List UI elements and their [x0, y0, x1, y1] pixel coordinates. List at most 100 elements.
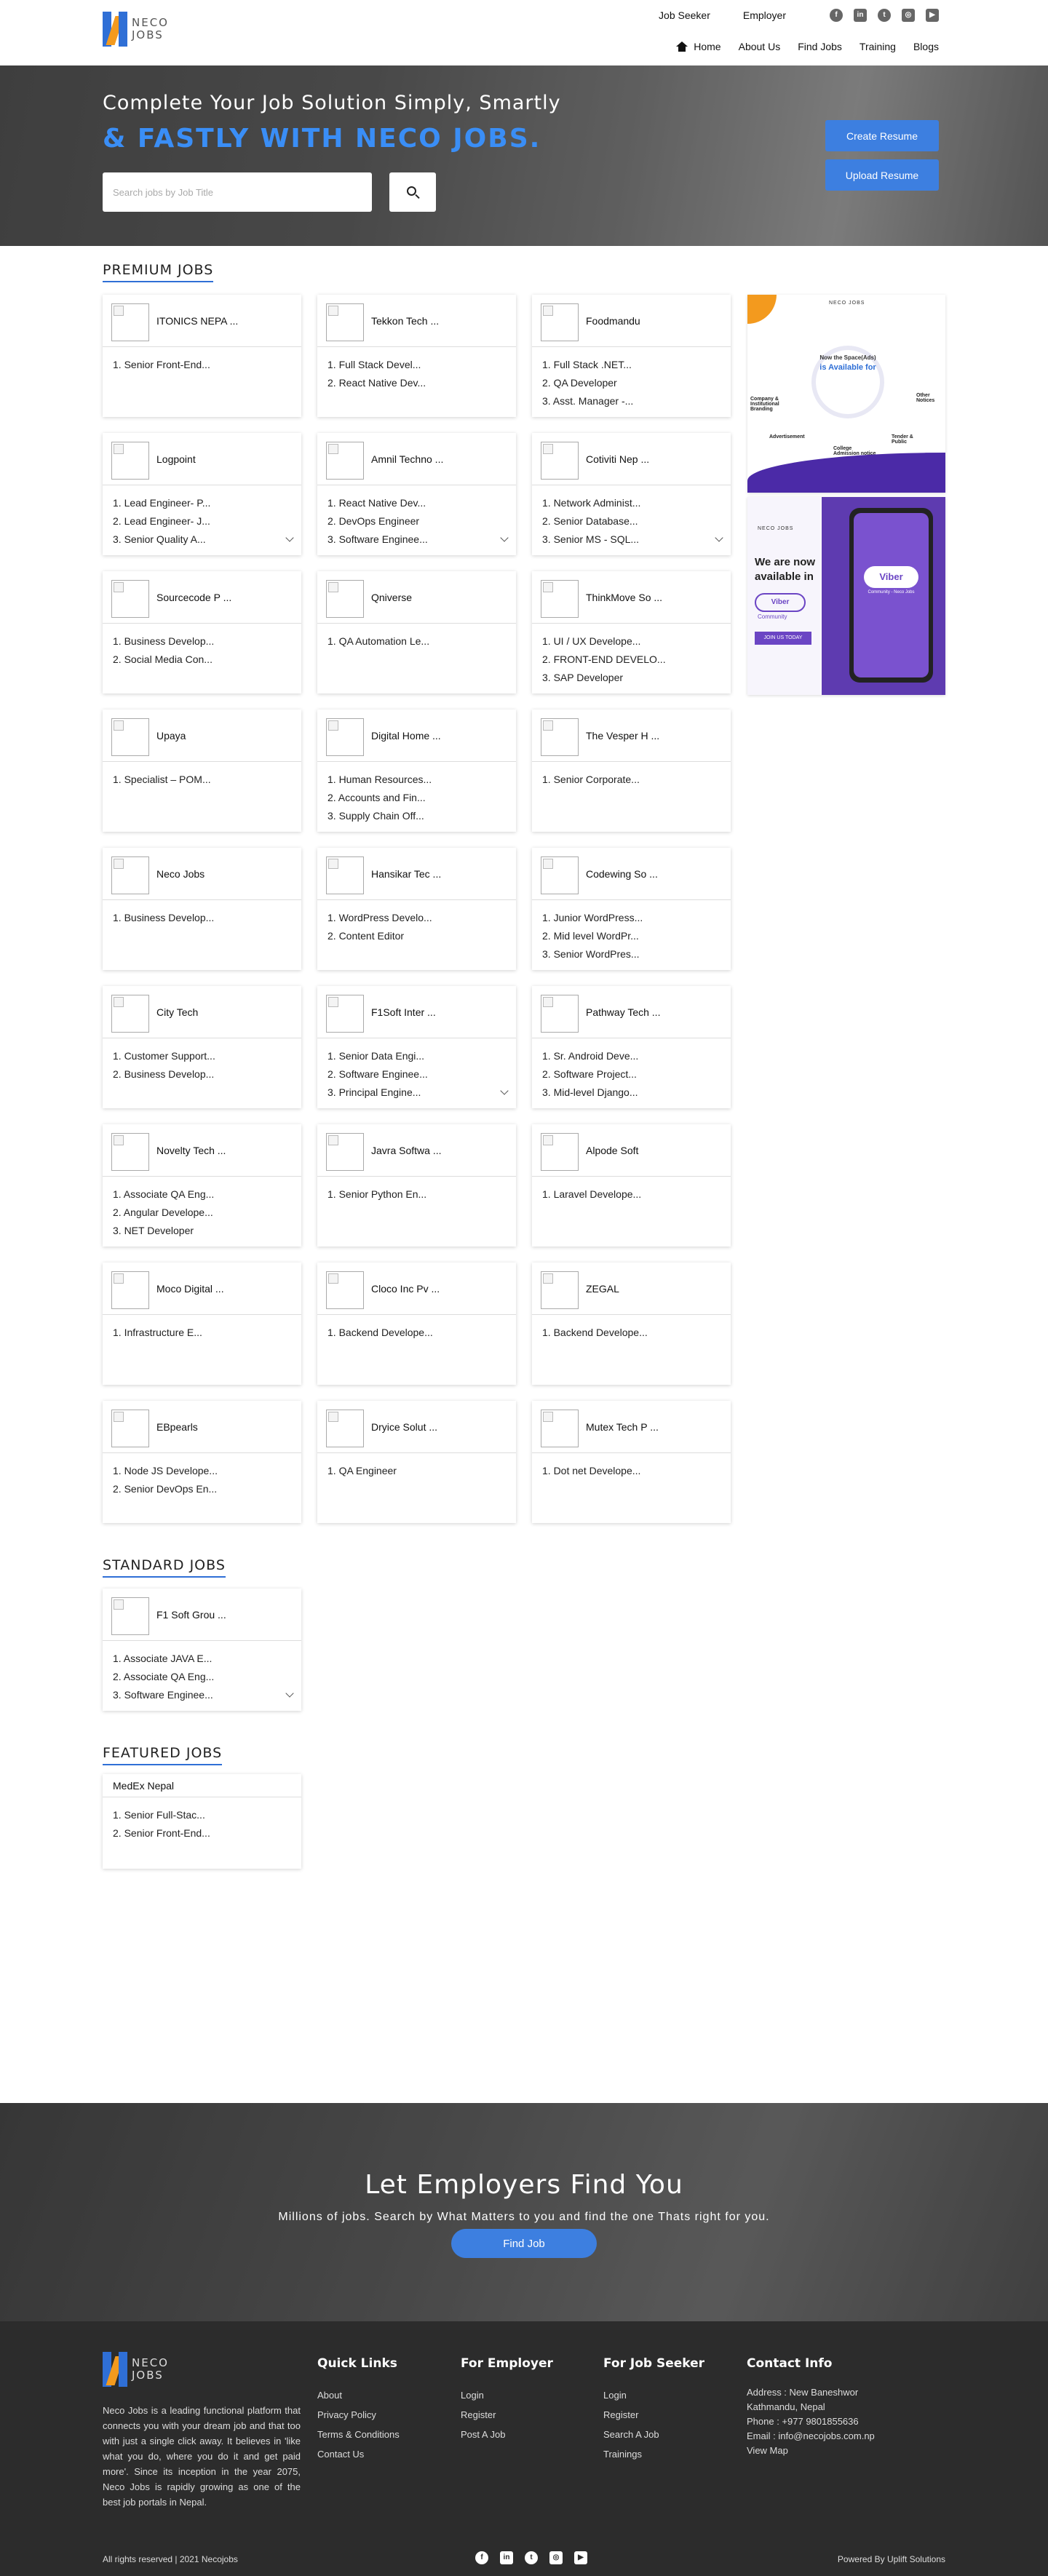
- job-link[interactable]: 2. Mid level WordPr...: [542, 927, 720, 945]
- company-name[interactable]: Novelty Tech ...: [156, 1145, 226, 1156]
- job-link[interactable]: 2. Software Project...: [542, 1065, 720, 1084]
- job-link[interactable]: 2. Senior Database...: [542, 512, 720, 530]
- nav-home[interactable]: Home: [676, 41, 721, 52]
- job-card[interactable]: ZEGAL 1. Backend Develope...: [532, 1263, 731, 1385]
- job-link[interactable]: 1. Infrastructure E...: [113, 1324, 291, 1342]
- company-name[interactable]: Hansikar Tec ...: [371, 868, 441, 880]
- company-name[interactable]: Upaya: [156, 730, 186, 742]
- company-logo[interactable]: [326, 856, 364, 894]
- company-logo[interactable]: [111, 1271, 149, 1309]
- company-logo[interactable]: [111, 995, 149, 1033]
- twitter-icon[interactable]: t: [525, 2551, 538, 2564]
- job-link[interactable]: 3. Principal Engine...: [328, 1084, 506, 1102]
- footer-link-contact[interactable]: Contact Us: [317, 2444, 400, 2464]
- job-card[interactable]: Sourcecode P ... 1. Business Develop... 2.…: [103, 571, 301, 693]
- company-name[interactable]: Alpode Soft: [586, 1145, 638, 1156]
- job-card-header[interactable]: Moco Digital ...: [103, 1263, 301, 1315]
- job-card[interactable]: Cloco Inc Pv ... 1. Backend Develope...: [317, 1263, 516, 1385]
- company-logo[interactable]: [326, 1271, 364, 1309]
- job-card[interactable]: City Tech 1. Customer Support... 2. Busine…: [103, 986, 301, 1108]
- view-map-link[interactable]: View Map: [747, 2444, 885, 2458]
- job-card[interactable]: ITONICS NEPA ... 1. Senior Front-End...: [103, 295, 301, 417]
- company-logo[interactable]: [326, 718, 364, 756]
- nav-blogs[interactable]: Blogs: [913, 41, 939, 52]
- job-link[interactable]: 1. Network Administ...: [542, 494, 720, 512]
- job-card-header[interactable]: Cotiviti Nep ...: [532, 433, 731, 485]
- employer-link[interactable]: Employer: [743, 9, 786, 21]
- company-logo[interactable]: [111, 1133, 149, 1171]
- company-logo[interactable]: [326, 995, 364, 1033]
- youtube-icon[interactable]: ▶: [926, 9, 939, 22]
- linkedin-icon[interactable]: in: [854, 9, 867, 22]
- job-card[interactable]: Dryice Solut ... 1. QA Engineer: [317, 1401, 516, 1523]
- job-card-header[interactable]: EBpearls: [103, 1401, 301, 1453]
- job-link[interactable]: 2. React Native Dev...: [328, 374, 506, 392]
- footer-link-terms[interactable]: Terms & Conditions: [317, 2425, 400, 2444]
- job-link[interactable]: 2. Senior DevOps En...: [113, 1480, 291, 1498]
- job-link[interactable]: 1. UI / UX Develope...: [542, 632, 720, 651]
- job-card-header[interactable]: Qniverse: [317, 571, 516, 624]
- instagram-icon[interactable]: ◎: [549, 2551, 563, 2564]
- job-search-input[interactable]: [103, 172, 372, 212]
- job-card[interactable]: Javra Softwa ... 1. Senior Python En...: [317, 1124, 516, 1247]
- job-card[interactable]: Amnil Techno ... 1. React Native Dev... 2.…: [317, 433, 516, 555]
- job-card-header[interactable]: Cloco Inc Pv ...: [317, 1263, 516, 1315]
- company-logo[interactable]: [326, 1133, 364, 1171]
- job-link[interactable]: 1. Business Develop...: [113, 632, 291, 651]
- trainings-link[interactable]: Trainings: [603, 2444, 704, 2464]
- facebook-icon[interactable]: f: [830, 9, 843, 22]
- job-card[interactable]: Tekkon Tech ... 1. Full Stack Devel... 2. …: [317, 295, 516, 417]
- footer-logo[interactable]: NECO JOBS: [103, 2352, 169, 2387]
- job-link[interactable]: 1. Dot net Develope...: [542, 1462, 720, 1480]
- job-card[interactable]: Codewing So ... 1. Junior WordPress... 2. …: [532, 848, 731, 970]
- job-card-header[interactable]: Foodmandu: [532, 295, 731, 347]
- company-logo[interactable]: [541, 1133, 579, 1171]
- company-name[interactable]: Pathway Tech ...: [586, 1006, 660, 1018]
- job-card-header[interactable]: Amnil Techno ...: [317, 433, 516, 485]
- job-card[interactable]: ThinkMove So ... 1. UI / UX Develope... 2.…: [532, 571, 731, 693]
- search-button[interactable]: [389, 172, 436, 212]
- company-logo[interactable]: [541, 1271, 579, 1309]
- job-link[interactable]: 3. Software Enginee...: [113, 1686, 291, 1704]
- job-link[interactable]: 3. Software Enginee...: [328, 530, 506, 549]
- job-link[interactable]: 1. Senior Full-Stac...: [113, 1806, 291, 1824]
- job-card-header[interactable]: Novelty Tech ...: [103, 1124, 301, 1177]
- job-card-header[interactable]: Tekkon Tech ...: [317, 295, 516, 347]
- job-link[interactable]: 1. Lead Engineer- P...: [113, 494, 291, 512]
- job-card[interactable]: F1Soft Inter ... 1. Senior Data Engi... 2.…: [317, 986, 516, 1108]
- footer-link-privacy[interactable]: Privacy Policy: [317, 2405, 400, 2425]
- join-us-button[interactable]: JOIN US TODAY: [755, 632, 811, 645]
- company-logo[interactable]: [111, 1410, 149, 1447]
- job-card[interactable]: Qniverse 1. QA Automation Le...: [317, 571, 516, 693]
- job-card-header[interactable]: Digital Home ...: [317, 709, 516, 762]
- job-card-header[interactable]: The Vesper H ...: [532, 709, 731, 762]
- company-name[interactable]: F1 Soft Grou ...: [156, 1609, 226, 1621]
- job-card[interactable]: Alpode Soft 1. Laravel Develope...: [532, 1124, 731, 1247]
- company-logo[interactable]: [541, 1410, 579, 1447]
- job-card-header[interactable]: Dryice Solut ...: [317, 1401, 516, 1453]
- job-link[interactable]: 2. FRONT-END DEVELO...: [542, 651, 720, 669]
- post-job-link[interactable]: Post A Job: [461, 2425, 553, 2444]
- job-link[interactable]: 1. Laravel Develope...: [542, 1185, 720, 1204]
- job-link[interactable]: 3. Mid-level Django...: [542, 1084, 720, 1102]
- job-link[interactable]: 2. Business Develop...: [113, 1065, 291, 1084]
- job-link[interactable]: 1. Specialist – POM...: [113, 771, 291, 789]
- job-card-header[interactable]: F1Soft Inter ...: [317, 986, 516, 1038]
- company-logo[interactable]: [111, 303, 149, 341]
- nav-find-jobs[interactable]: Find Jobs: [798, 41, 842, 52]
- job-link[interactable]: 2. Accounts and Fin...: [328, 789, 506, 807]
- job-link[interactable]: 3. Senior Quality A...: [113, 530, 291, 549]
- job-card-header[interactable]: City Tech: [103, 986, 301, 1038]
- company-logo[interactable]: [111, 1597, 149, 1635]
- company-name[interactable]: City Tech: [156, 1006, 198, 1018]
- job-link[interactable]: 1. Human Resources...: [328, 771, 506, 789]
- job-card-header[interactable]: Neco Jobs: [103, 848, 301, 900]
- job-card-header[interactable]: Logpoint: [103, 433, 301, 485]
- job-link[interactable]: 3. NET Developer: [113, 1222, 291, 1240]
- job-link[interactable]: 1. Full Stack .NET...: [542, 356, 720, 374]
- job-card[interactable]: Digital Home ... 1. Human Resources... 2. …: [317, 709, 516, 832]
- job-link[interactable]: 1. Backend Develope...: [542, 1324, 720, 1342]
- job-link[interactable]: 1. Associate QA Eng...: [113, 1185, 291, 1204]
- company-name[interactable]: Javra Softwa ...: [371, 1145, 441, 1156]
- job-link[interactable]: 1. Sr. Android Deve...: [542, 1047, 720, 1065]
